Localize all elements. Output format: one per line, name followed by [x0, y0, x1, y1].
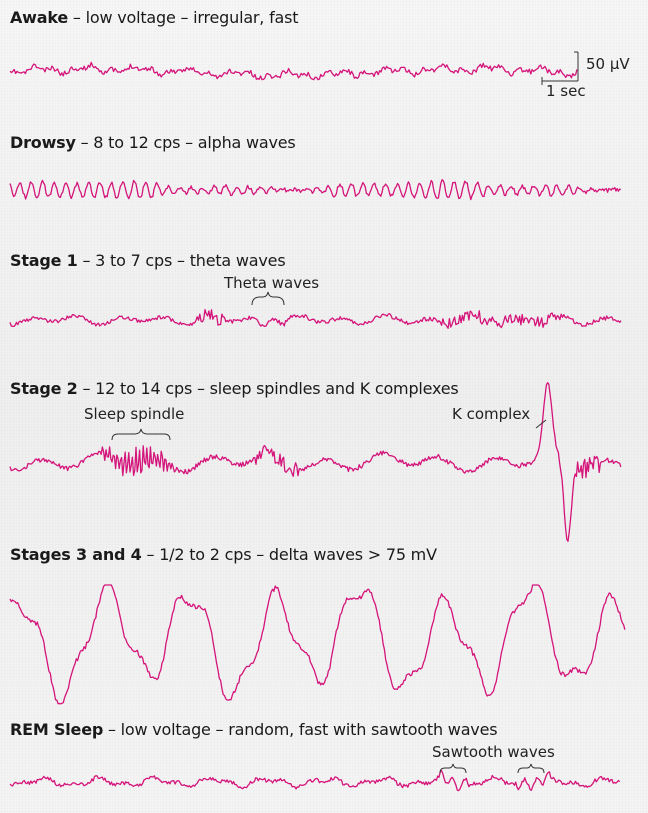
awake-trace: [9, 61, 578, 81]
rem-wave: [9, 770, 621, 792]
rem-trace: [9, 770, 621, 792]
stage2-wave: [9, 382, 622, 542]
awake-title: Awake – low voltage – irregular, fast: [10, 8, 299, 27]
rem-title: REM Sleep – low voltage – random, fast w…: [10, 720, 498, 739]
rem-description: – low voltage – random, fast with sawtoo…: [103, 720, 498, 739]
drowsy-description: – 8 to 12 cps – alpha waves: [75, 133, 296, 152]
theta-waves-label: Theta waves: [224, 274, 320, 292]
stage1-trace: [9, 309, 622, 329]
awake-name: Awake: [10, 8, 69, 27]
rem-name: REM Sleep: [10, 720, 104, 739]
stage1-name: Stage 1: [10, 251, 78, 270]
stage1-wave: [9, 309, 622, 329]
drowsy-title: Drowsy – 8 to 12 cps – alpha waves: [10, 133, 296, 152]
drowsy-name: Drowsy: [10, 133, 76, 152]
awake-wave: [9, 61, 578, 81]
drowsy-trace: [9, 179, 622, 201]
stages34-trace: [9, 584, 626, 705]
stage2-trace: [9, 382, 622, 542]
drowsy-wave: [9, 179, 622, 201]
awake-description: – low voltage – irregular, fast: [68, 8, 299, 27]
stage1-description: – 3 to 7 cps – theta waves: [77, 251, 286, 270]
stages34-wave: [9, 584, 626, 705]
stage1-title: Stage 1 – 3 to 7 cps – theta waves: [10, 251, 286, 270]
